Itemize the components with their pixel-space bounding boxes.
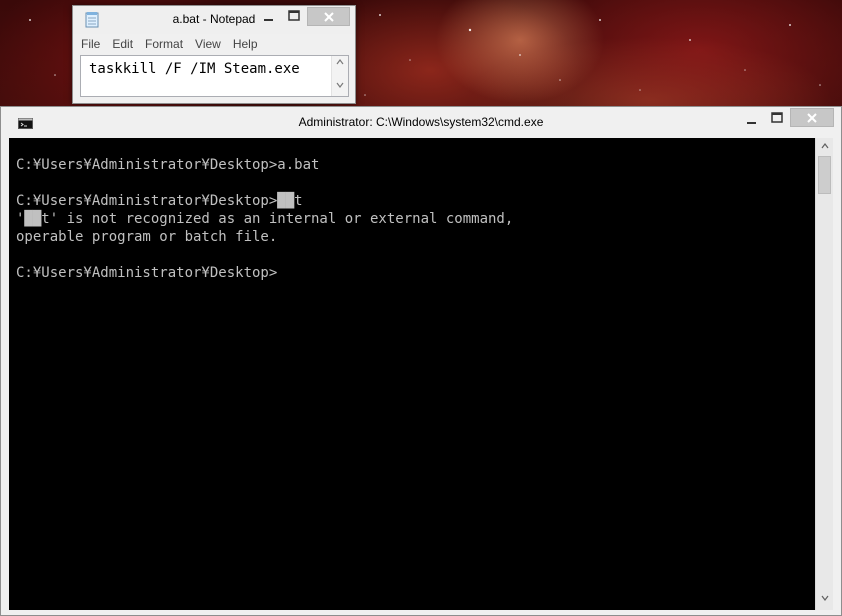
console-line: C:¥Users¥Administrator¥Desktop>a.bat [16,157,320,173]
notepad-window[interactable]: a.bat - Notepad File Edit Format View He… [72,5,356,104]
scroll-up-icon[interactable] [336,59,344,65]
maximize-icon[interactable] [287,9,301,23]
notepad-menubar: File Edit Format View Help [81,37,270,53]
menu-view[interactable]: View [195,37,221,53]
console-line: C:¥Users¥Administrator¥Desktop> [16,265,278,281]
minimize-icon[interactable] [262,10,276,24]
cmd-titlebar[interactable]: Administrator: C:\Windows\system32\cmd.e… [1,107,841,137]
scroll-down-icon[interactable] [336,82,344,88]
scroll-up-icon[interactable] [821,143,829,149]
console-line: C:¥Users¥Administrator¥Desktop>██t [16,193,303,209]
console-lines: C:¥Users¥Administrator¥Desktop>a.bat C:¥U… [16,156,513,282]
minimize-icon[interactable] [745,113,759,127]
cmd-window[interactable]: Administrator: C:\Windows\system32\cmd.e… [0,106,842,616]
console-line: operable program or batch file. [16,229,278,245]
notepad-scrollbar[interactable] [331,56,348,96]
scroll-down-icon[interactable] [821,595,829,601]
cmd-scrollbar[interactable] [815,138,833,610]
notepad-titlebar[interactable]: a.bat - Notepad [73,6,355,34]
maximize-icon[interactable] [770,111,784,125]
close-icon [323,11,334,22]
scrollbar-thumb[interactable] [818,156,831,194]
cmd-close-button[interactable] [790,108,834,127]
notepad-close-button[interactable] [307,7,350,26]
console-output[interactable]: C:¥Users¥Administrator¥Desktop>a.bat C:¥U… [9,138,815,610]
console-line: '██t' is not recognized as an internal o… [16,211,514,227]
menu-format[interactable]: Format [145,37,183,53]
notepad-text-area[interactable]: taskkill /F /IM Steam.exe [80,55,349,97]
menu-edit[interactable]: Edit [112,37,133,53]
cmd-title: Administrator: C:\Windows\system32\cmd.e… [298,115,544,129]
menu-help[interactable]: Help [233,37,258,53]
close-icon [807,112,817,123]
notepad-content[interactable]: taskkill /F /IM Steam.exe [89,61,300,77]
menu-file[interactable]: File [81,37,100,53]
